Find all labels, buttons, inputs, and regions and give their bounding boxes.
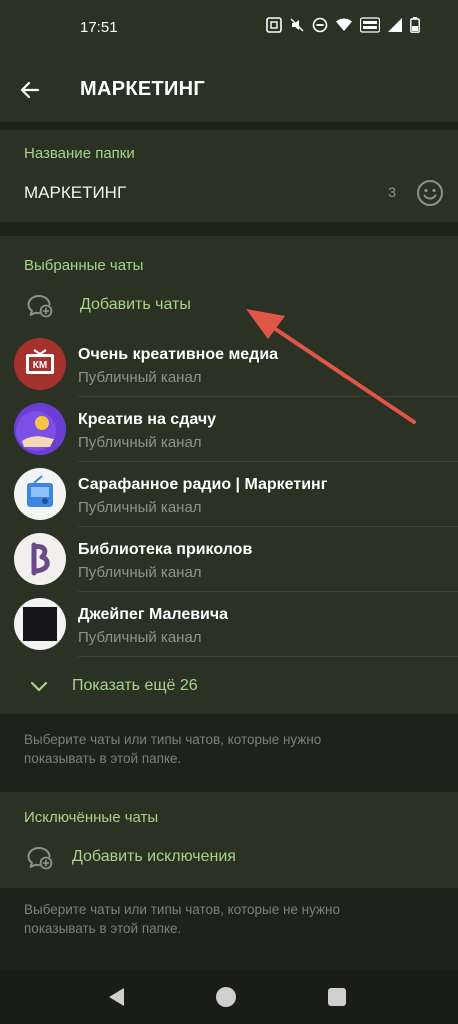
excluded-hint: Выберите чаты или типы чатов, которые не…	[24, 902, 341, 936]
add-chats-button[interactable]: Добавить чаты	[0, 280, 458, 332]
chat-subtitle: Публичный канал	[78, 629, 202, 646]
char-counter: 3	[388, 184, 396, 200]
avatar	[14, 533, 66, 585]
emoji-icon[interactable]	[416, 179, 444, 207]
add-exclusions-label: Добавить исключения	[72, 848, 236, 865]
chat-subtitle: Публичный канал	[78, 369, 202, 386]
chat-title: Креатив на сдачу	[78, 411, 217, 428]
mute-icon	[290, 18, 304, 32]
dnd-icon	[312, 17, 328, 33]
chat-add-icon	[27, 847, 53, 870]
chat-title: Джейпег Малевича	[78, 606, 229, 623]
black-square-icon	[23, 607, 57, 641]
radio-icon	[27, 475, 53, 507]
status-icons	[266, 17, 420, 33]
show-more-label: Показать ещё 26	[72, 677, 198, 694]
app-bar: МАРКЕТИНГ	[0, 58, 458, 122]
chat-title: Сарафанное радио | Маркетинг	[78, 476, 328, 493]
chat-subtitle: Публичный канал	[78, 499, 202, 516]
excluded-chats-label: Исключённые чаты	[24, 809, 159, 826]
chat-row[interactable]: Джейпег Малевича Публичный канал	[0, 592, 458, 657]
system-nav-bar	[0, 970, 458, 1024]
folder-name-label: Название папки	[24, 145, 135, 162]
chat-subtitle: Публичный канал	[78, 564, 202, 581]
add-exclusions-button[interactable]: Добавить исключения	[0, 832, 458, 884]
tv-logo-icon: КМ	[26, 349, 54, 374]
avatar: КМ	[14, 338, 66, 390]
wifi-icon	[336, 18, 352, 31]
included-chats-section: Выбранные чаты Добавить чаты КМ Очень кр…	[0, 236, 458, 714]
chat-add-icon	[27, 295, 53, 318]
nfc-icon	[266, 17, 282, 33]
included-hint: Выберите чаты или типы чатов, которые ну…	[24, 732, 322, 766]
chevron-down-icon	[30, 681, 48, 692]
chat-row[interactable]: Сарафанное радио | Маркетинг Публичный к…	[0, 462, 458, 527]
folder-name-section: Название папки МАРКЕТИНГ 3	[0, 130, 458, 222]
avatar-text: КМ	[33, 360, 47, 371]
folder-name-input[interactable]: МАРКЕТИНГ	[24, 183, 126, 203]
included-chats-label: Выбранные чаты	[24, 257, 144, 274]
chat-row[interactable]: Библиотека приколов Публичный канал	[0, 527, 458, 592]
status-time: 17:51	[80, 19, 118, 36]
chat-title: Библиотека приколов	[78, 541, 253, 558]
nav-recents-icon[interactable]	[328, 988, 346, 1006]
avatar	[14, 468, 66, 520]
show-more-button[interactable]: Показать ещё 26	[0, 662, 458, 714]
avatar	[14, 403, 66, 455]
chat-title: Очень креативное медиа	[78, 346, 279, 363]
coin-hand-icon	[16, 411, 56, 451]
page-title: МАРКЕТИНГ	[80, 78, 206, 100]
nav-home-icon[interactable]	[216, 987, 236, 1007]
status-bar: 17:51	[0, 0, 458, 58]
excluded-chats-section: Исключённые чаты Добавить исключения	[0, 792, 458, 888]
chat-subtitle: Публичный канал	[78, 434, 202, 451]
divider	[78, 656, 458, 657]
signal-icon	[388, 18, 402, 32]
add-chats-label: Добавить чаты	[80, 296, 191, 313]
chat-row[interactable]: Креатив на сдачу Публичный канал	[0, 397, 458, 462]
back-arrow-icon[interactable]	[18, 78, 42, 102]
nav-back-icon[interactable]	[106, 986, 126, 1008]
chat-row[interactable]: КМ Очень креативное медиа Публичный кана…	[0, 332, 458, 397]
volte-icon	[360, 17, 380, 33]
avatar	[14, 598, 66, 650]
battery-icon	[410, 17, 420, 33]
letter-b-icon	[31, 542, 50, 576]
